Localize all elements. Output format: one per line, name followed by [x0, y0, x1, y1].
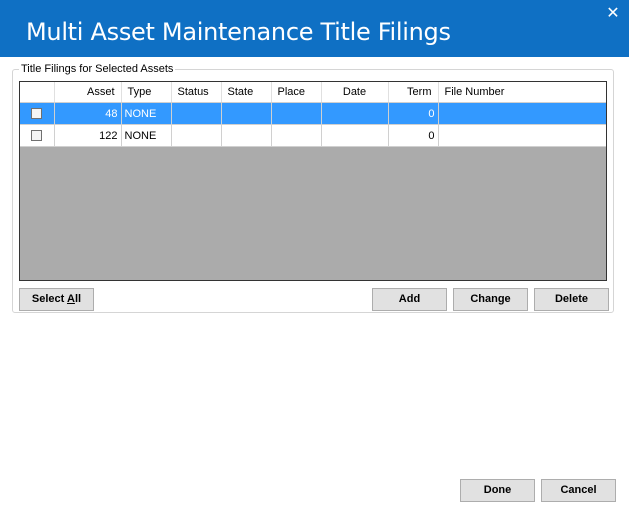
cell-file-number[interactable] — [438, 102, 606, 125]
title-filings-grid[interactable]: Asset Type Status State Place Date Term … — [19, 81, 607, 281]
cell-place[interactable] — [271, 102, 322, 125]
cell-state[interactable] — [221, 102, 272, 125]
row-checkbox-cell[interactable] — [20, 124, 55, 147]
table-row[interactable]: 48 NONE 0 — [20, 102, 606, 125]
done-button[interactable]: Done — [460, 479, 535, 502]
col-header-place[interactable]: Place — [271, 82, 322, 103]
close-icon[interactable]: ✕ — [603, 4, 623, 24]
select-all-button[interactable]: Select All — [19, 288, 94, 311]
cell-type[interactable]: NONE — [121, 102, 172, 125]
col-header-type[interactable]: Type — [121, 82, 172, 103]
cell-type[interactable]: NONE — [121, 124, 172, 147]
col-header-date[interactable]: Date — [321, 82, 389, 103]
col-header-status[interactable]: Status — [171, 82, 222, 103]
title-bar: Multi Asset Maintenance Title Filings ✕ — [0, 0, 629, 57]
row-checkbox[interactable] — [31, 108, 43, 120]
cell-asset[interactable]: 48 — [54, 102, 122, 125]
select-all-label-suffix: ll — [74, 293, 82, 305]
window-title: Multi Asset Maintenance Title Filings — [26, 18, 451, 46]
group-legend: Title Filings for Selected Assets — [19, 63, 176, 75]
cell-status[interactable] — [171, 102, 222, 125]
grid-header-row: Asset Type Status State Place Date Term … — [20, 82, 606, 103]
col-header-term[interactable]: Term — [388, 82, 439, 103]
cell-date[interactable] — [321, 102, 389, 125]
change-button[interactable]: Change — [453, 288, 528, 311]
row-checkbox-cell[interactable] — [20, 102, 55, 125]
table-row[interactable]: 122 NONE 0 — [20, 124, 606, 147]
col-header-asset[interactable]: Asset — [54, 82, 122, 103]
cell-asset[interactable]: 122 — [54, 124, 122, 147]
col-header-check[interactable] — [20, 82, 55, 103]
select-all-label-prefix: Select — [31, 293, 67, 305]
col-header-state[interactable]: State — [221, 82, 272, 103]
cell-place[interactable] — [271, 124, 322, 147]
row-checkbox[interactable] — [31, 130, 43, 142]
add-button[interactable]: Add — [372, 288, 447, 311]
select-all-mnemonic: A — [66, 293, 75, 305]
cell-term[interactable]: 0 — [388, 102, 439, 125]
delete-button[interactable]: Delete — [534, 288, 609, 311]
cell-status[interactable] — [171, 124, 222, 147]
cell-date[interactable] — [321, 124, 389, 147]
cell-file-number[interactable] — [438, 124, 606, 147]
cell-state[interactable] — [221, 124, 272, 147]
col-header-file-number[interactable]: File Number — [438, 82, 606, 103]
cancel-button[interactable]: Cancel — [541, 479, 616, 502]
cell-term[interactable]: 0 — [388, 124, 439, 147]
